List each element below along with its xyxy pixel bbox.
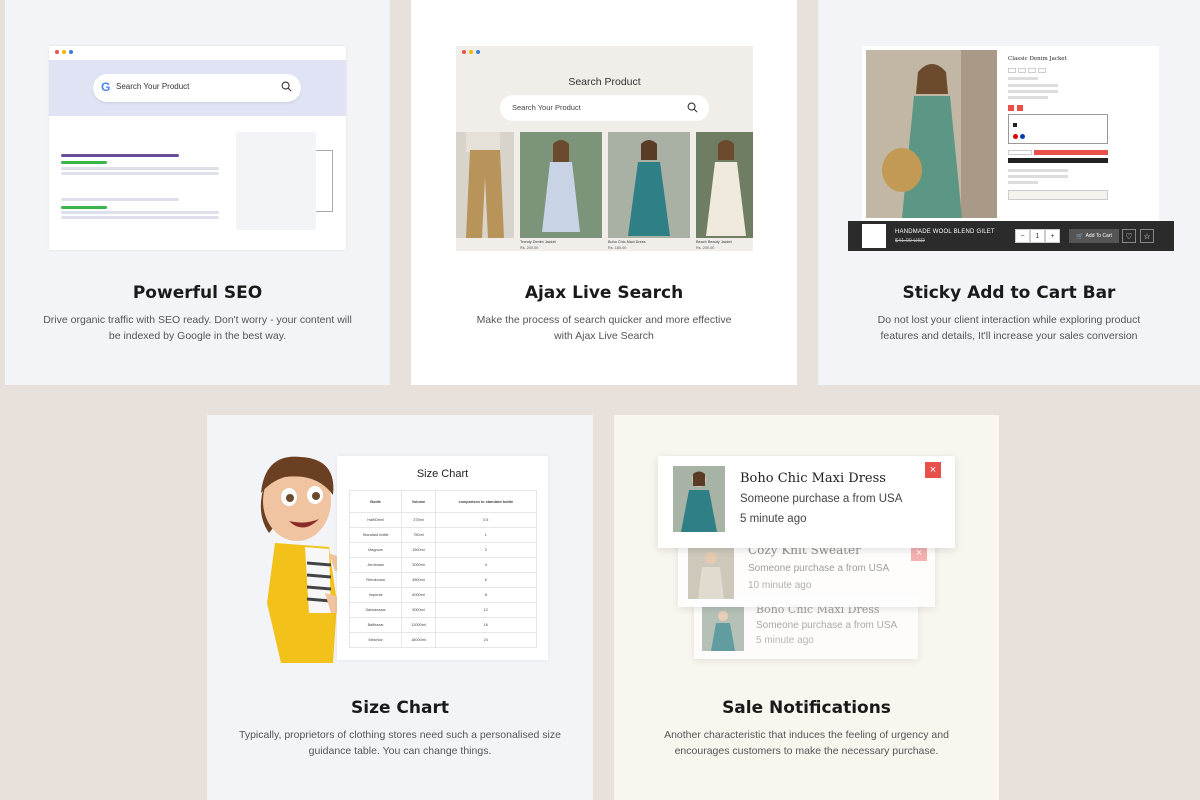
seo-outline-frame bbox=[316, 150, 333, 212]
card-powerful-seo: G Search Your Product Powerful SEO Drive… bbox=[5, 0, 390, 385]
table-row: Rehoboam 4500ml 6 bbox=[348, 572, 538, 588]
window-dots bbox=[55, 50, 73, 54]
search-placeholder: Search Your Product bbox=[116, 82, 190, 91]
seo-search-input[interactable]: G Search Your Product bbox=[93, 74, 301, 102]
sale-notification-popup[interactable]: Boho Chic Maxi Dress Someone purchase a … bbox=[658, 456, 955, 548]
table-row: Half/Demi 375ml 0.5 bbox=[348, 512, 538, 528]
card-title: Powerful SEO bbox=[132, 283, 263, 303]
table-row: Melchior 18000ml 24 bbox=[348, 632, 538, 648]
notification-time: 5 minute ago bbox=[740, 513, 807, 525]
result-title-line bbox=[61, 198, 179, 201]
product-result[interactable]: Trendy Denim Jacket Rs. 200.00 bbox=[520, 132, 602, 250]
notification-product-name: Boho Chic Maxi Dress bbox=[740, 471, 886, 486]
quantity-stepper: − 1 + bbox=[1015, 229, 1060, 243]
table-row: Balthazar 12000ml 16 bbox=[348, 617, 538, 633]
product-result[interactable]: Beach Beauty Jacket Rs. 200.00 bbox=[696, 132, 753, 250]
card-title: Sale Notifications bbox=[722, 698, 891, 718]
result-text-line bbox=[61, 211, 219, 214]
notification-product-image bbox=[702, 607, 744, 651]
seo-browser-mockup: G Search Your Product bbox=[49, 46, 346, 250]
result-text-line bbox=[61, 167, 219, 170]
qty-minus-button[interactable]: − bbox=[1015, 229, 1030, 243]
search-icon[interactable] bbox=[687, 102, 698, 113]
card-description: Do not lost your client interaction whil… bbox=[877, 314, 1141, 342]
product-info: Classic Denim Jacket bbox=[1008, 50, 1113, 200]
cart-icon: 🛒 bbox=[1076, 233, 1084, 240]
size-chart-table: Bottle Volume comparison to standard bot… bbox=[348, 490, 538, 648]
product-image bbox=[608, 132, 690, 238]
product-image bbox=[520, 132, 602, 238]
product-image bbox=[696, 132, 753, 238]
seo-search-band: G Search Your Product bbox=[49, 60, 346, 116]
result-text-line bbox=[61, 216, 219, 219]
card-size-chart: Size Chart Bottle Volume comparison to s… bbox=[207, 415, 593, 800]
product-thumbnail bbox=[862, 224, 886, 248]
result-url-line bbox=[61, 161, 107, 164]
ajax-search-input[interactable]: Search Your Product bbox=[500, 95, 709, 121]
product-image bbox=[456, 132, 514, 238]
card-title: Ajax Live Search bbox=[524, 283, 684, 303]
column-header: comparison to standard bottle bbox=[434, 490, 538, 513]
sticky-product-name: HANDMADE WOOL BLEND GILET bbox=[895, 229, 995, 235]
product-title: Classic Denim Jacket bbox=[1008, 56, 1067, 62]
column-header: Volume bbox=[401, 490, 436, 513]
search-icon[interactable] bbox=[281, 81, 292, 92]
favorite-star-icon[interactable]: ☆ bbox=[1140, 229, 1154, 243]
ajax-search-mockup: Search Product Search Your Product Trend… bbox=[456, 46, 753, 251]
size-chart-heading: Size Chart bbox=[416, 468, 469, 480]
google-logo-icon: G bbox=[101, 80, 111, 94]
seo-side-panel bbox=[236, 132, 316, 230]
sticky-product-price: $41.00 USD bbox=[895, 238, 925, 244]
size-chart-table-card: Size Chart Bottle Volume comparison to s… bbox=[337, 456, 548, 660]
result-title-line bbox=[61, 154, 179, 157]
notification-time: 10 minute ago bbox=[748, 580, 812, 591]
product-photo bbox=[866, 50, 997, 218]
table-row: Magnum 1500ml 2 bbox=[348, 542, 538, 558]
notification-product-image bbox=[688, 547, 734, 599]
wishlist-heart-icon[interactable]: ♡ bbox=[1122, 229, 1136, 243]
search-placeholder: Search Your Product bbox=[512, 103, 581, 112]
notification-product-image bbox=[673, 466, 725, 532]
qty-plus-button[interactable]: + bbox=[1045, 229, 1060, 243]
card-title: Sticky Add to Cart Bar bbox=[902, 283, 1116, 303]
notification-time: 5 minute ago bbox=[756, 635, 814, 646]
result-text-line bbox=[61, 172, 219, 175]
card-description: Another characteristic that induces the … bbox=[664, 729, 949, 757]
product-result[interactable]: Boho Chic Maxi Dress Rs. 180.00 bbox=[608, 132, 690, 250]
table-row: Standard bottle 750ml 1 bbox=[348, 527, 538, 543]
notification-text: Someone purchase a from USA bbox=[740, 493, 903, 505]
close-icon[interactable]: × bbox=[925, 462, 941, 478]
notification-text: Someone purchase a from USA bbox=[756, 620, 898, 631]
sticky-add-to-cart-bar: HANDMADE WOOL BLEND GILET $41.00 USD − 1… bbox=[848, 221, 1174, 251]
card-sticky-add-to-cart: Classic Denim Jacket HANDMADE WOOL BLEND… bbox=[818, 0, 1200, 385]
table-row: Jeroboam 3000ml 4 bbox=[348, 557, 538, 573]
window-dots bbox=[462, 50, 480, 54]
qty-value[interactable]: 1 bbox=[1030, 229, 1045, 243]
add-to-cart-button[interactable]: 🛒 Add To Cart bbox=[1069, 229, 1119, 243]
product-page-mockup: Classic Denim Jacket bbox=[862, 46, 1159, 222]
search-product-heading: Search Product bbox=[568, 76, 641, 88]
card-title: Size Chart bbox=[351, 698, 449, 718]
card-sale-notifications: Boho Chic Maxi Dress Someone purchase a … bbox=[614, 415, 999, 800]
card-description: Make the process of search quicker and m… bbox=[476, 314, 732, 342]
result-url-line bbox=[61, 206, 107, 209]
card-description: Drive organic traffic with SEO ready. Do… bbox=[43, 314, 352, 342]
product-result[interactable] bbox=[456, 132, 514, 238]
notification-text: Someone purchase a from USA bbox=[748, 563, 890, 574]
table-row: Salmanazar 9000ml 12 bbox=[348, 602, 538, 618]
table-row: Imperial 6000ml 8 bbox=[348, 587, 538, 603]
column-header: Bottle bbox=[348, 490, 403, 513]
card-ajax-live-search: Search Product Search Your Product Trend… bbox=[411, 0, 797, 385]
card-description: Typically, proprietors of clothing store… bbox=[239, 729, 561, 757]
